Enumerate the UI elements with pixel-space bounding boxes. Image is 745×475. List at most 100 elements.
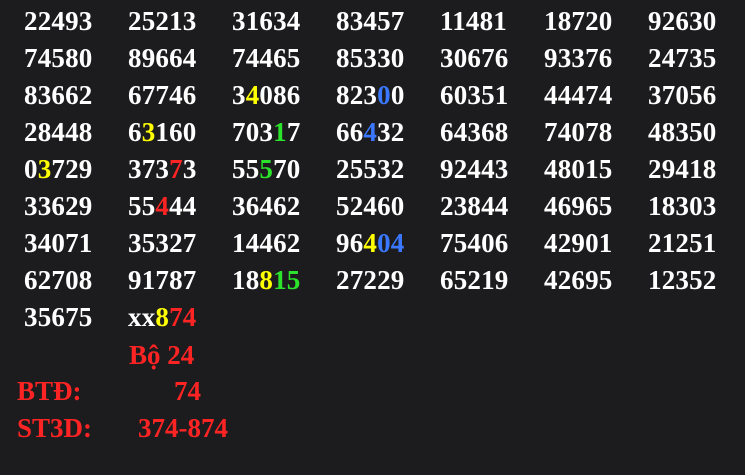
digit-segment: 703 xyxy=(232,117,274,147)
bo-text: Bộ 24 xyxy=(129,340,195,370)
digit-segment: 44474 xyxy=(544,80,613,110)
number-cell: 85330 xyxy=(336,40,440,77)
number-cell: 55444 xyxy=(128,188,232,225)
digit-segment: 21251 xyxy=(648,228,717,258)
digit-segment: 3 xyxy=(37,154,52,184)
digit-segment: 34071 xyxy=(24,228,93,258)
digit-segment: 23844 xyxy=(440,191,509,221)
number-cell: 52460 xyxy=(336,188,440,225)
digit-segment: 89664 xyxy=(128,43,197,73)
digit-segment: 3 xyxy=(232,80,246,110)
digit-segment: 74078 xyxy=(544,117,613,147)
digit-segment: 52460 xyxy=(336,191,405,221)
number-cell: 12352 xyxy=(648,262,745,299)
digit-segment: 55 xyxy=(128,191,156,221)
number-cell: 70317 xyxy=(232,114,336,151)
number-cell: 25213 xyxy=(128,3,232,40)
digit-segment: 11481 xyxy=(440,6,508,36)
digit-segment: 96 xyxy=(336,228,364,258)
number-cell: 74580 xyxy=(24,40,128,77)
digit-segment: 12352 xyxy=(648,265,717,295)
digit-segment: 6 xyxy=(128,117,142,147)
number-cell: 35675 xyxy=(24,299,128,336)
number-grid: 22493 25213 31634 83457 11481 18720 92630 74580… xyxy=(24,3,745,336)
digit-segment: 29418 xyxy=(648,154,717,184)
number-cell: 37056 xyxy=(648,77,745,114)
digit-segment: 30676 xyxy=(440,43,509,73)
digit-segment: 74580 xyxy=(24,43,93,73)
digit-segment: 8 xyxy=(155,302,170,332)
digit-segment: 3 xyxy=(141,117,156,147)
digit-segment: 74 xyxy=(169,302,197,332)
digit-segment: 0 xyxy=(390,80,405,110)
digit-segment: 65219 xyxy=(440,265,509,295)
digit-segment: 62708 xyxy=(24,265,93,295)
digit-segment: 7 xyxy=(169,154,183,184)
digit-segment: 31634 xyxy=(232,6,301,36)
digit-segment: 74465 xyxy=(232,43,301,73)
digit-segment: 85330 xyxy=(336,43,405,73)
number-cell: 67746 xyxy=(128,77,232,114)
number-cell: 74078 xyxy=(544,114,648,151)
number-cell: 91787 xyxy=(128,262,232,299)
digit-segment: 92443 xyxy=(440,154,509,184)
digit-segment: 33629 xyxy=(24,191,93,221)
digit-segment: 75406 xyxy=(440,228,509,258)
digit-segment: 42695 xyxy=(544,265,613,295)
digit-segment: 48350 xyxy=(648,117,717,147)
number-cell: 92630 xyxy=(648,3,745,40)
digit-segment: 0 xyxy=(377,80,391,110)
digit-segment: 36462 xyxy=(232,191,301,221)
number-cell: 30676 xyxy=(440,40,544,77)
number-cell: 92443 xyxy=(440,151,544,188)
digit-segment: 55 xyxy=(232,154,260,184)
digit-segment: 4 xyxy=(363,117,378,147)
digit-segment: 18 xyxy=(232,265,260,295)
digit-segment: 160 xyxy=(155,117,197,147)
digit-segment: 15 xyxy=(273,265,301,295)
number-cell: 63160 xyxy=(128,114,232,151)
number-row: 33629 55444 36462 52460 23844 46965 18303 xyxy=(24,188,745,225)
number-cell: 74465 xyxy=(232,40,336,77)
number-cell: 21251 xyxy=(648,225,745,262)
number-row: 22493 25213 31634 83457 11481 18720 92630 xyxy=(24,3,745,40)
number-cell: 29418 xyxy=(648,151,745,188)
digit-segment: 4 xyxy=(155,191,170,221)
number-cell: 93376 xyxy=(544,40,648,77)
number-row: 62708 91787 18815 27229 65219 42695 12352 xyxy=(24,262,745,299)
digit-segment: 60351 xyxy=(440,80,509,110)
digit-segment: 70 xyxy=(273,154,301,184)
digit-segment: 44 xyxy=(169,191,197,221)
digit-segment: 0 xyxy=(24,154,38,184)
number-cell: 03729 xyxy=(24,151,128,188)
number-cell: 48015 xyxy=(544,151,648,188)
number-cell: 23844 xyxy=(440,188,544,225)
number-cell: 42695 xyxy=(544,262,648,299)
number-cell: 83457 xyxy=(336,3,440,40)
digit-segment: 32 xyxy=(377,117,405,147)
digit-segment: 3 xyxy=(182,154,197,184)
number-row: 83662 67746 34086 82300 60351 44474 37056 xyxy=(24,77,745,114)
digit-segment: 086 xyxy=(259,80,301,110)
number-cell: 18303 xyxy=(648,188,745,225)
number-row: 28448 63160 70317 66432 64368 74078 48350 xyxy=(24,114,745,151)
digit-segment: 25532 xyxy=(336,154,405,184)
digit-segment: 04 xyxy=(377,228,405,258)
number-cell: 42901 xyxy=(544,225,648,262)
number-row: 35675 xx874 xyxy=(24,299,745,336)
digit-segment: 83457 xyxy=(336,6,405,36)
digit-segment: 7 xyxy=(286,117,301,147)
digit-segment: 18303 xyxy=(648,191,717,221)
number-cell: 24735 xyxy=(648,40,745,77)
number-cell: 83662 xyxy=(24,77,128,114)
number-cell: 44474 xyxy=(544,77,648,114)
digit-segment: 35675 xyxy=(24,302,93,332)
number-cell: 34071 xyxy=(24,225,128,262)
digit-segment: 67746 xyxy=(128,80,197,110)
digit-segment: xx xyxy=(128,302,156,332)
btd-value: 74 xyxy=(174,376,201,406)
number-cell: 18720 xyxy=(544,3,648,40)
btd-label: BTĐ: xyxy=(17,376,82,406)
digit-segment: 91787 xyxy=(128,265,197,295)
digit-segment: 64368 xyxy=(440,117,509,147)
